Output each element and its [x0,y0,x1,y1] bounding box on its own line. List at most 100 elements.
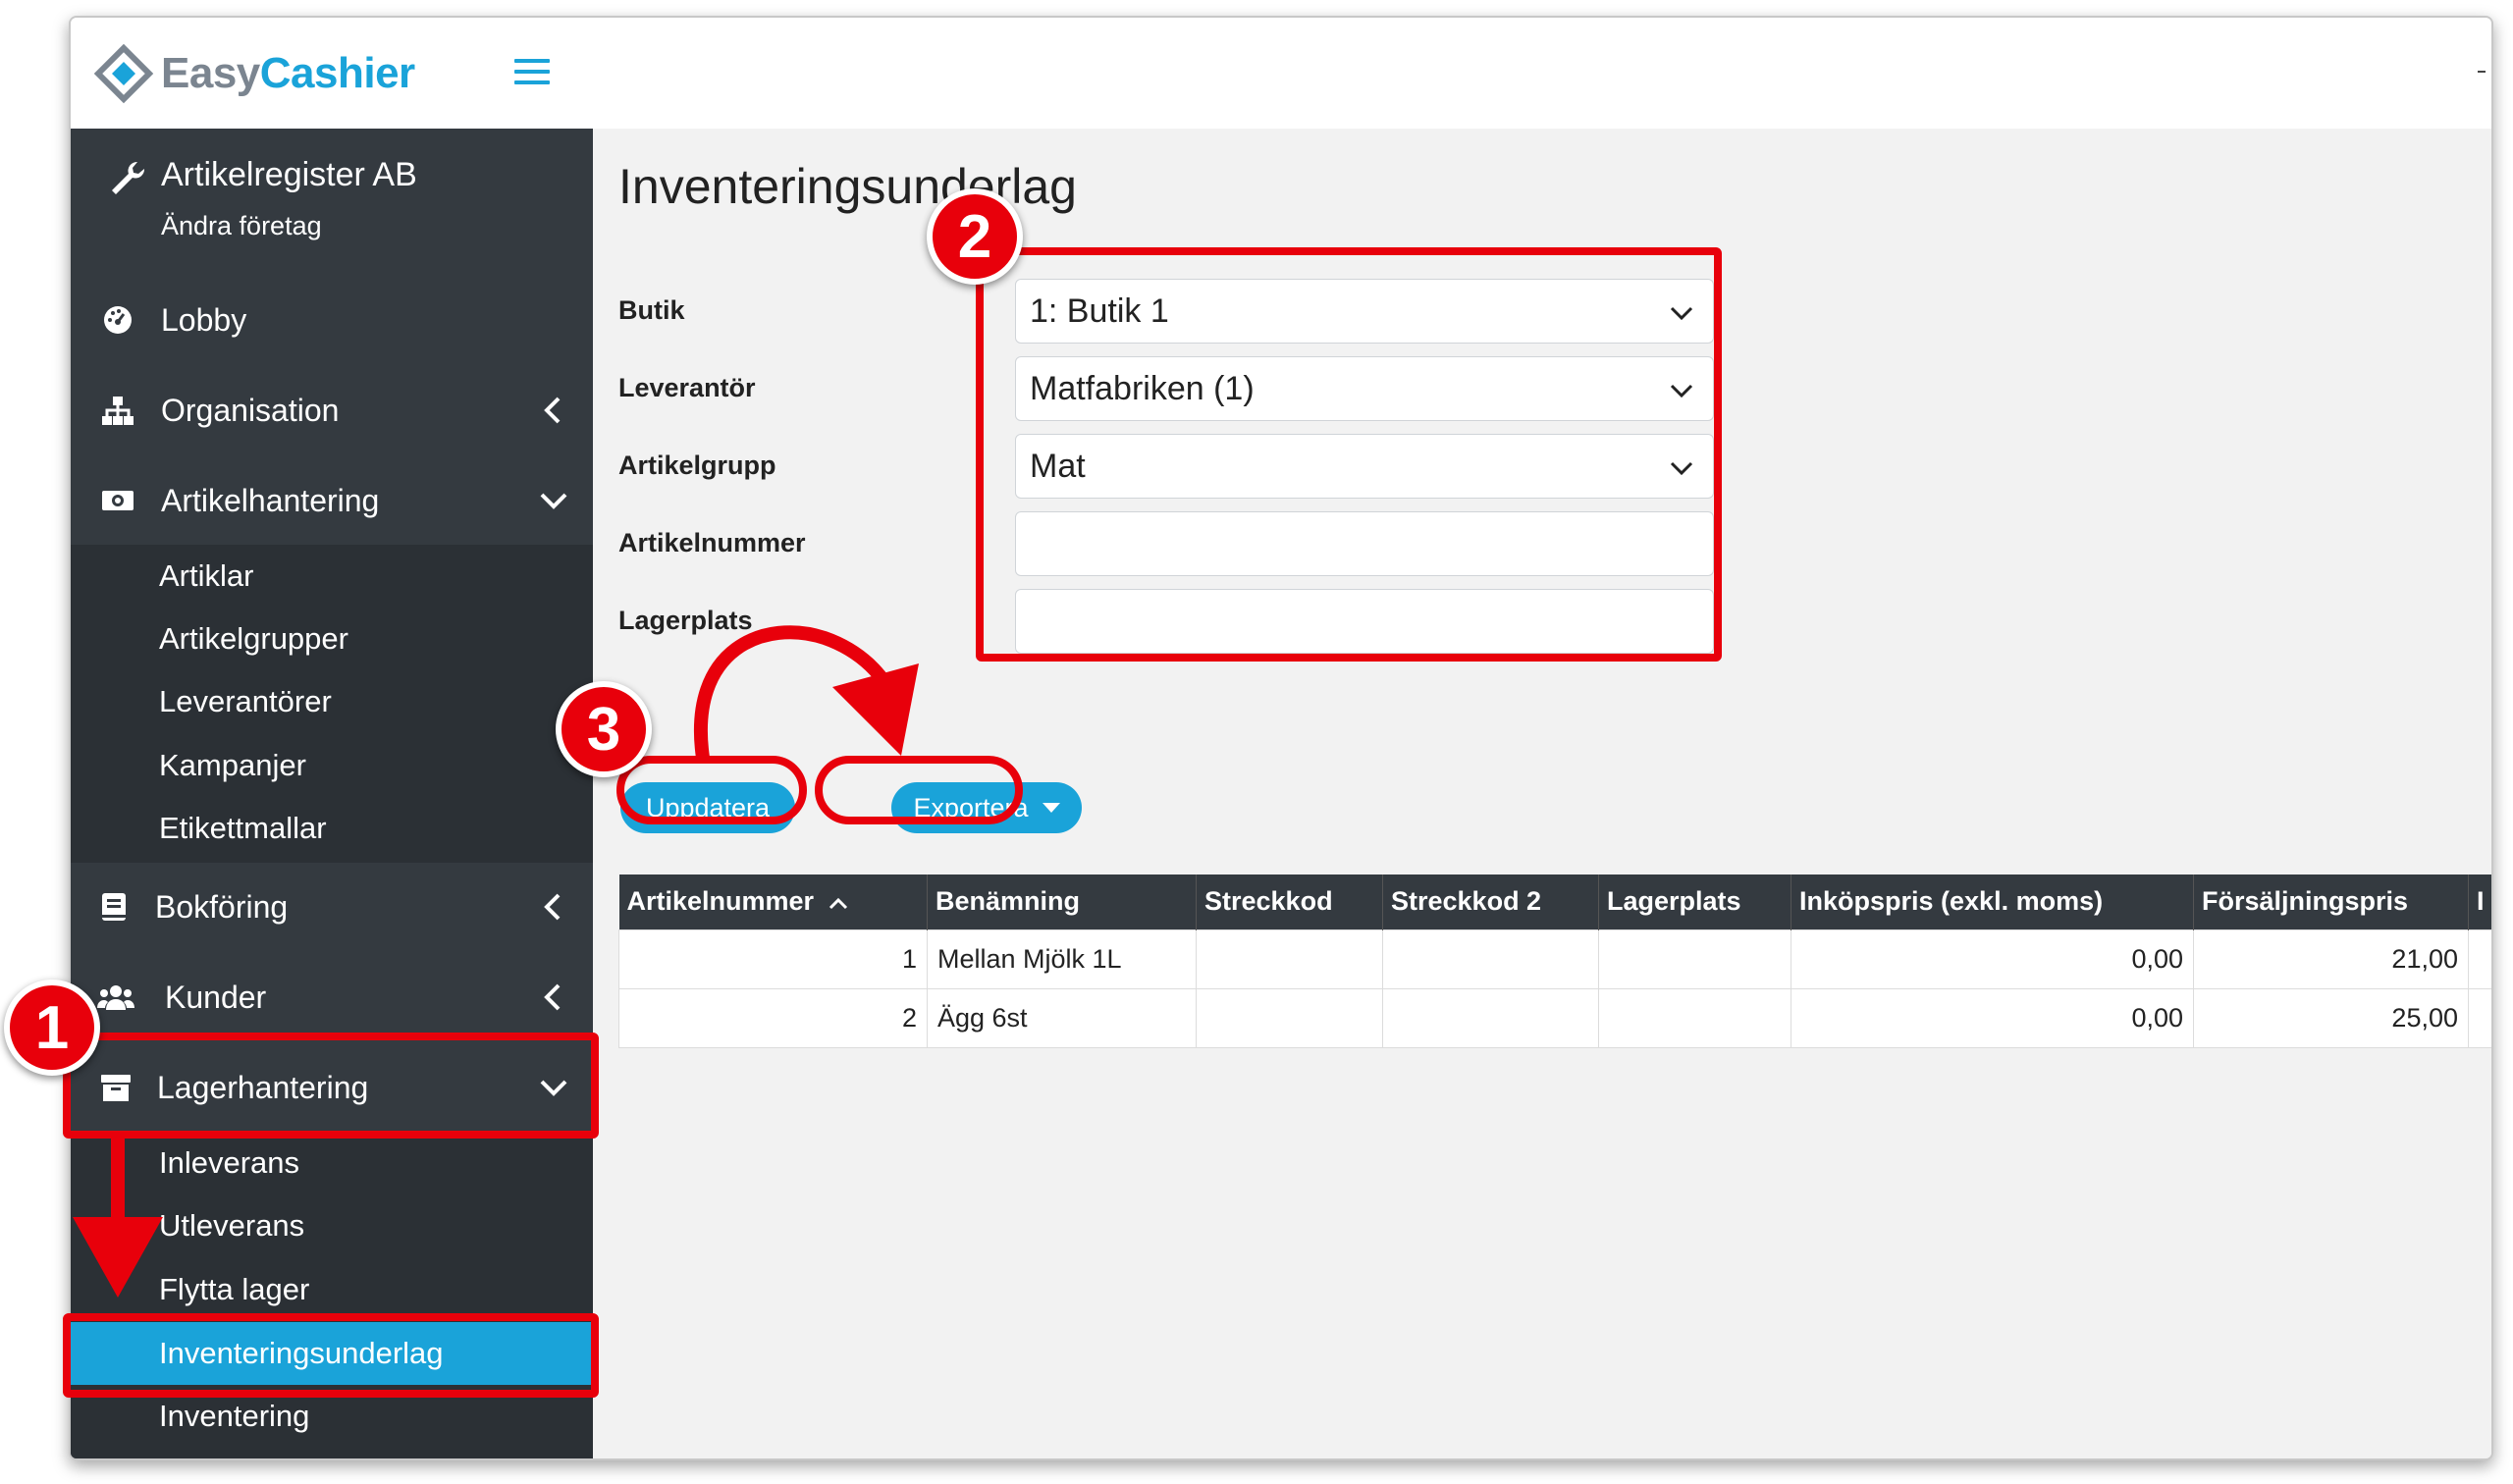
cell-lagerplats [1598,987,1791,1048]
butik-select[interactable]: 1: Butik 1 [1015,279,1714,344]
sidebar-item-label: Bokföring [155,888,289,925]
sidebar-item-lobby[interactable]: Lobby [71,276,593,364]
sidebar-item-label: Lobby [161,301,247,338]
cell-forsaljningspris: 21,00 [2193,928,2469,989]
sidebar-item-kunder[interactable]: Kunder [71,953,593,1041]
sidebar: Artikelregister AB Ändra företag Lobby O… [71,129,593,1458]
sidebar-item-artiklar[interactable]: Artiklar [71,545,593,608]
sidebar-item-artikelgrupper[interactable]: Artikelgrupper [71,608,593,670]
column-header-streckkod[interactable]: Streckkod [1196,874,1383,929]
logo-diamond-icon [93,43,154,104]
sidebar-item-lagerhantering[interactable]: Lagerhantering [71,1043,593,1132]
cell-streckkod [1196,987,1383,1048]
sidebar-item-flytta-lager[interactable]: Flytta lager [71,1258,593,1321]
table-header-row: Artikelnummer Benämning Streckkod Streck… [618,874,2491,929]
export-button[interactable]: Exportera [891,782,1082,833]
column-header-truncated[interactable]: I [2468,874,2491,929]
sidebar-item-label: Kunder [165,979,267,1015]
users-icon [96,978,135,1017]
company-block: Artikelregister AB Ändra företag [71,129,593,274]
sidebar-item-artikelhantering[interactable]: Artikelhantering [71,456,593,545]
dashboard-icon [98,300,137,340]
cell-inkopspris: 0,00 [1791,928,2194,989]
sidebar-item-etikettmallar[interactable]: Etikettmallar [71,797,593,860]
chevron-down-icon [1670,461,1693,476]
artikelgrupp-label: Artikelgrupp [618,450,776,480]
sidebar-item-leverantorer[interactable]: Leverantörer [71,670,593,733]
column-header-inkopspris[interactable]: Inköpspris (exkl. moms) [1791,874,2194,929]
cell-streckkod-2 [1382,987,1599,1048]
sidebar-item-kampanjer[interactable]: Kampanjer [71,734,593,797]
column-header-artikelnummer[interactable]: Artikelnummer [618,874,928,929]
cell-artikelnummer: 1 [618,928,928,989]
chevron-down-icon [540,1080,567,1096]
update-button-label: Uppdatera [645,792,771,822]
column-header-benamning[interactable]: Benämning [927,874,1197,929]
chevron-down-icon [1670,384,1693,398]
chevron-left-icon [544,983,561,1011]
butik-select-value: 1: Butik 1 [1030,292,1169,330]
artikelnummer-label: Artikelnummer [618,528,806,557]
update-button[interactable]: Uppdatera [620,782,795,833]
artikelnummer-input[interactable] [1030,512,1713,575]
sidebar-item-bokforing[interactable]: Bokföring [71,863,593,951]
lagerplats-input[interactable] [1030,590,1713,653]
artikelgrupp-select[interactable]: Mat [1015,434,1714,499]
sidebar-item-inleverans[interactable]: Inleverans [71,1132,593,1194]
company-name: Artikelregister AB [161,156,417,193]
topbar-dash [2478,71,2486,73]
leverantor-label: Leverantör [618,373,756,402]
sidebar-item-label: Artikelhantering [161,482,380,518]
cell-lagerplats [1598,928,1791,989]
export-button-label: Exportera [913,792,1029,822]
logo-text-cashier: Cashier [259,49,415,97]
app-logo[interactable]: EasyCashier [92,39,415,108]
chevron-left-icon [544,397,561,424]
sidebar-item-inventering[interactable]: Inventering [71,1385,593,1448]
artikelnummer-field[interactable] [1015,511,1714,576]
cell-benamning: Ägg 6st [927,987,1197,1048]
cell-streckkod [1196,928,1383,989]
lagerplats-label: Lagerplats [618,606,753,635]
book-icon [94,887,134,927]
archive-icon [96,1068,135,1107]
caret-down-icon [1042,803,1060,813]
sidebar-item-organisation[interactable]: Organisation [71,366,593,454]
page-title: Inventeringsunderlag [618,159,1077,214]
table-row[interactable]: 2 Ägg 6st 0,00 25,00 [618,987,2491,1048]
artikel-submenu: Artiklar Artikelgrupper Leverantörer Kam… [71,545,593,863]
butik-label: Butik [618,295,685,325]
leverantor-select-value: Matfabriken (1) [1030,369,1255,407]
sidebar-item-label: Lagerhantering [157,1069,369,1105]
wrench-icon [112,161,145,194]
artikelgrupp-select-value: Mat [1030,447,1086,485]
app-window: EasyCashier Artikelregister AB Ändra för… [69,16,2493,1460]
money-icon [98,481,137,520]
lager-submenu: Inleverans Utleverans Flytta lager Inven… [71,1132,593,1458]
cell-truncated [2468,987,2491,1048]
sitemap-icon [98,391,137,430]
column-header-forsaljningspris[interactable]: Försäljningspris [2193,874,2469,929]
column-header-lagerplats[interactable]: Lagerplats [1598,874,1791,929]
menu-toggle-icon[interactable] [514,59,550,88]
table-row[interactable]: 1 Mellan Mjölk 1L 0,00 21,00 [618,928,2491,989]
sidebar-item-label: Organisation [161,392,340,428]
cell-benamning: Mellan Mjölk 1L [927,928,1197,989]
cell-artikelnummer: 2 [618,987,928,1048]
lagerplats-field[interactable] [1015,589,1714,654]
cell-forsaljningspris: 25,00 [2193,987,2469,1048]
leverantor-select[interactable]: Matfabriken (1) [1015,356,1714,421]
cell-truncated [2468,928,2491,989]
main-content: Inventeringsunderlag Butik 1: Butik 1 Le… [593,129,2491,1458]
column-header-streckkod-2[interactable]: Streckkod 2 [1382,874,1599,929]
change-company-link[interactable]: Ändra företag [161,211,322,241]
logo-text-easy: Easy [161,49,260,97]
sidebar-item-utleverans[interactable]: Utleverans [71,1194,593,1257]
sidebar-item-inventeringsunderlag[interactable]: Inventeringsunderlag [71,1322,593,1385]
chevron-down-icon [1670,306,1693,321]
chevron-left-icon [544,893,561,921]
chevron-down-icon [540,493,567,509]
inventory-table: Artikelnummer Benämning Streckkod Streck… [618,874,2491,1048]
sort-ascending-icon [829,898,847,910]
cell-inkopspris: 0,00 [1791,987,2194,1048]
